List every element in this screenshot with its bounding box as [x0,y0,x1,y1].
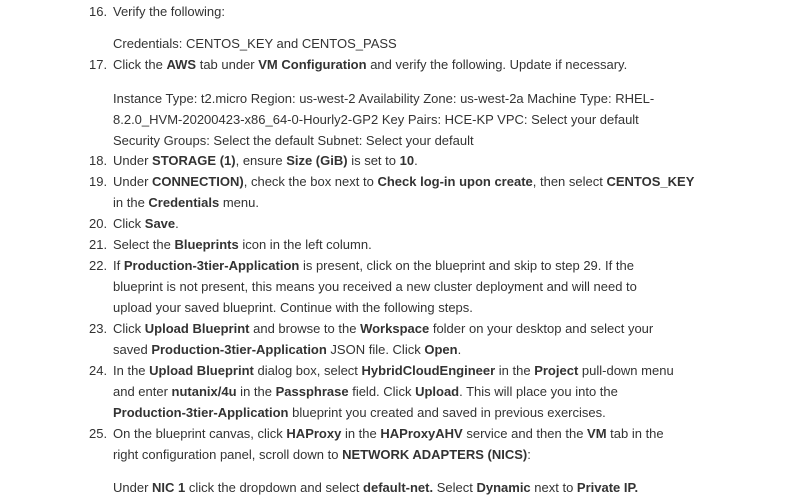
bold-term: Dynamic [476,480,531,495]
step-text: Under CONNECTION), check the box next to… [113,174,695,210]
step-number: 19. [89,174,108,189]
bold-term: nutanix/4u [171,384,237,399]
step-number: 18. [89,153,108,168]
step-16-detail: Credentials: CENTOS_KEY and CENTOS_PASS [113,36,397,51]
step-text: Click Save. [113,216,179,231]
bold-term: Passphrase [275,384,349,399]
bold-term: CONNECTION) [152,174,244,189]
bold-term: CENTOS_KEY [606,174,695,189]
step-number: 23. [89,321,108,336]
bold-term: Upload Blueprint [144,321,250,336]
step-number: 24. [89,363,108,378]
step-text: On the blueprint canvas, click HAProxy i… [113,426,664,462]
bold-term: Check log-in upon create [377,174,533,189]
bold-term: AWS [166,57,197,72]
bold-term: Private IP. [576,480,639,495]
step-text: In the Upload Blueprint dialog box, sele… [113,363,674,420]
bold-term: Size (GiB) [286,153,348,168]
bold-term: HAProxyAHV [380,426,463,441]
step-text: If Production-3tier-Application is prese… [113,258,637,315]
step-17-detail: Instance Type: t2.micro Region: us-west-… [113,91,655,148]
bold-term: Upload [415,384,460,399]
bold-term: NETWORK ADAPTERS (NICS) [342,447,528,462]
step-25-detail: Under NIC 1 click the dropdown and selec… [113,480,639,495]
step-text: Click Upload Blueprint and browse to the… [113,321,654,357]
step-text: Verify the following: [113,4,226,19]
bold-term: VM Configuration [258,57,367,72]
step-text: Click the AWS tab under VM Configuration… [113,57,628,72]
step-text: Select the Blueprints icon in the left c… [113,237,372,252]
bold-term: Upload Blueprint [149,363,254,378]
bold-term: Open [424,342,458,357]
bold-term: Credentials [148,195,220,210]
bold-term: Save [144,216,176,231]
bold-term: NIC 1 [152,480,186,495]
step-text: Under STORAGE (1), ensure Size (GiB) is … [113,153,418,168]
step-number: 21. [89,237,108,252]
bold-term: Production-3tier-Application [113,405,289,420]
bold-term: VM [587,426,607,441]
bold-term: Production-3tier-Application [151,342,327,357]
bold-term: default-net. [363,480,434,495]
step-number: 17. [89,57,108,72]
bold-term: Production-3tier-Application [123,258,300,273]
bold-term: Project [534,363,579,378]
instructions-document: 16. Verify the following: Credentials: C… [0,0,808,501]
step-number: 20. [89,216,108,231]
bold-term: HAProxy [286,426,342,441]
step-number: 25. [89,426,108,441]
bold-term: 10 [399,153,415,168]
step-number: 22. [89,258,108,273]
bold-term: STORAGE (1) [152,153,236,168]
step-number: 16. [89,4,108,19]
bold-term: Workspace [360,321,430,336]
bold-term: HybridCloudEngineer [361,363,496,378]
bold-term: Blueprints [174,237,239,252]
